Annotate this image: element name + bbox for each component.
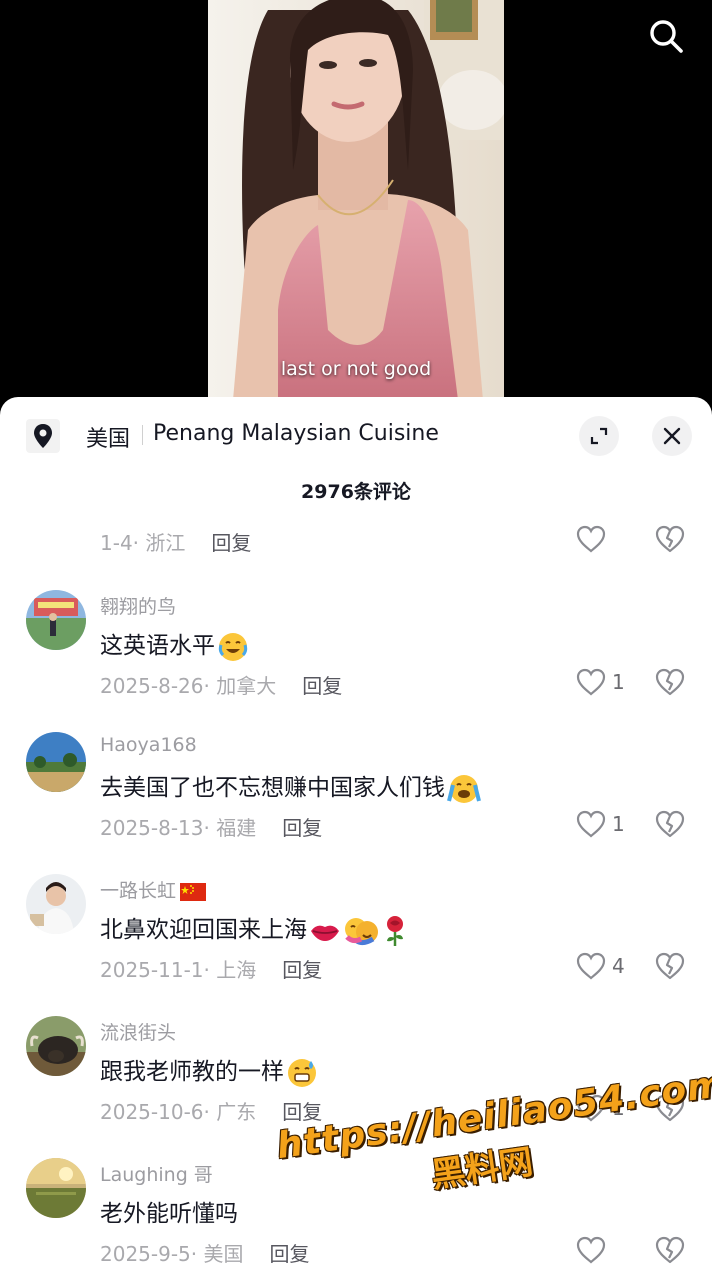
dislike-button[interactable] bbox=[655, 952, 685, 982]
comment-date: 1-4 bbox=[100, 531, 133, 555]
comment-author[interactable]: Laughing 哥 bbox=[100, 1160, 213, 1187]
avatar[interactable] bbox=[26, 590, 86, 650]
comment-text-content: 老外能听懂吗 bbox=[100, 1201, 238, 1227]
like-count: 1 bbox=[612, 812, 625, 836]
comment-text-content: 跟我老师教的一样 bbox=[100, 1059, 284, 1085]
meta-separator: · bbox=[203, 816, 217, 840]
comment-meta: 2025-8-26· 加拿大 回复 bbox=[100, 670, 342, 699]
comment-text-content: 北鼻欢迎回国来上海 bbox=[100, 917, 307, 943]
avatar[interactable] bbox=[26, 1158, 86, 1218]
comment-place: 浙江 bbox=[145, 531, 186, 555]
avatar[interactable] bbox=[26, 732, 86, 792]
search-button[interactable] bbox=[644, 14, 688, 58]
video-still bbox=[208, 0, 504, 400]
comment-meta: 2025-11-1· 上海 回复 bbox=[100, 954, 322, 983]
comment-text-content: 这英语水平 bbox=[100, 633, 215, 659]
like-button[interactable]: 1 bbox=[576, 810, 625, 838]
comment-text: 北鼻欢迎回国来上海 bbox=[100, 910, 409, 947]
avatar[interactable] bbox=[26, 874, 86, 934]
video-player[interactable]: last or not good bbox=[0, 0, 712, 410]
comment-author[interactable]: 翱翔的鸟 bbox=[100, 592, 176, 619]
like-button[interactable] bbox=[576, 525, 612, 553]
comment-date: 2025-9-5 bbox=[100, 1242, 191, 1266]
reply-button[interactable]: 回复 bbox=[211, 531, 251, 555]
comment-author[interactable]: 一路长虹 bbox=[100, 876, 207, 903]
comment-author-name: 一路长虹 bbox=[100, 880, 177, 902]
comment-text: 跟我老师教的一样 bbox=[100, 1052, 318, 1089]
meta-separator: · bbox=[203, 958, 217, 982]
location-divider bbox=[142, 425, 143, 445]
comment-count: 2976条评论 bbox=[301, 481, 411, 503]
crying-laughing-emoji bbox=[218, 632, 248, 661]
video-caption: last or not good bbox=[280, 358, 432, 380]
broken-heart-icon bbox=[655, 525, 685, 553]
comment-text: 老外能听懂吗 bbox=[100, 1194, 238, 1228]
grin-sweat-emoji bbox=[288, 1058, 316, 1087]
sheet-header: 美国 Penang Malaysian Cuisine bbox=[0, 397, 712, 477]
heart-icon bbox=[576, 810, 606, 838]
comment-place: 福建 bbox=[216, 816, 257, 840]
expand-button[interactable] bbox=[579, 416, 619, 456]
like-button[interactable]: 1 bbox=[576, 668, 625, 696]
comment-meta: 2025-10-6· 广东 回复 bbox=[100, 1096, 322, 1125]
heart-icon bbox=[576, 525, 606, 553]
like-button[interactable]: 4 bbox=[576, 952, 625, 980]
comment-text: 去美国了也不忘想赚中国家人们钱 bbox=[100, 768, 481, 805]
rose-emoji bbox=[387, 915, 403, 946]
reply-button[interactable]: 回复 bbox=[282, 816, 322, 840]
comment-date: 2025-8-26 bbox=[100, 674, 204, 698]
close-button[interactable] bbox=[652, 416, 692, 456]
meta-separator: · bbox=[203, 1100, 217, 1124]
comment-place: 加拿大 bbox=[216, 674, 277, 698]
china-flag-icon bbox=[180, 882, 207, 901]
video-frame: last or not good bbox=[208, 0, 504, 400]
comment-place: 美国 bbox=[203, 1242, 244, 1266]
dislike-button[interactable] bbox=[655, 525, 685, 555]
kiss-lips-emoji bbox=[311, 925, 339, 941]
close-icon bbox=[663, 427, 681, 445]
hug-emoji bbox=[345, 917, 378, 945]
broken-heart-icon bbox=[655, 952, 685, 980]
dislike-button[interactable] bbox=[655, 1236, 685, 1266]
comment-meta: 2025-8-13· 福建 回复 bbox=[100, 812, 322, 841]
comment-author[interactable]: 流浪街头 bbox=[100, 1018, 176, 1045]
comment-meta: 2025-9-5· 美国 回复 bbox=[100, 1238, 310, 1267]
comment-text: 这英语水平 bbox=[100, 626, 249, 663]
like-count: 4 bbox=[612, 954, 625, 978]
broken-heart-icon bbox=[655, 668, 685, 696]
heart-icon bbox=[576, 668, 606, 696]
location-pin-icon[interactable] bbox=[26, 419, 60, 453]
comment-place: 上海 bbox=[216, 958, 257, 982]
like-count: 1 bbox=[612, 670, 625, 694]
search-icon bbox=[650, 20, 683, 53]
meta-separator: · bbox=[190, 1242, 204, 1266]
heart-icon bbox=[576, 952, 606, 980]
reply-button[interactable]: 回复 bbox=[282, 958, 322, 982]
like-button[interactable] bbox=[576, 1236, 612, 1264]
comment-meta: 1-4· 浙江 回复 bbox=[100, 527, 251, 556]
avatar[interactable] bbox=[26, 1016, 86, 1076]
comment-text-content: 去美国了也不忘想赚中国家人们钱 bbox=[100, 775, 445, 801]
dislike-button[interactable] bbox=[655, 810, 685, 840]
meta-separator: · bbox=[132, 531, 146, 555]
broken-heart-icon bbox=[655, 810, 685, 838]
heart-icon bbox=[576, 1236, 606, 1264]
crying-emoji bbox=[447, 774, 481, 803]
comment-author[interactable]: Haoya168 bbox=[100, 734, 197, 756]
expand-icon bbox=[590, 427, 608, 445]
dislike-button[interactable] bbox=[655, 668, 685, 698]
comment-date: 2025-11-1 bbox=[100, 958, 204, 982]
location-name[interactable]: Penang Malaysian Cuisine bbox=[153, 421, 439, 446]
meta-separator: · bbox=[203, 674, 217, 698]
broken-heart-icon bbox=[655, 1236, 685, 1264]
location-region[interactable]: 美国 bbox=[86, 421, 130, 453]
comment-place: 广东 bbox=[216, 1100, 257, 1124]
comment-date: 2025-8-13 bbox=[100, 816, 204, 840]
comment-date: 2025-10-6 bbox=[100, 1100, 204, 1124]
reply-button[interactable]: 回复 bbox=[302, 674, 342, 698]
